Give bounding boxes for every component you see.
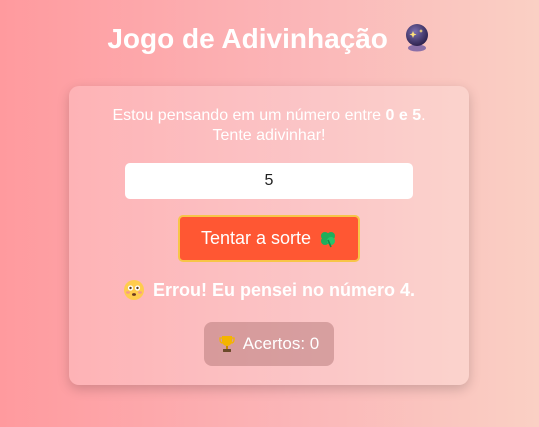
score-label: Acertos: 0 [242, 334, 320, 353]
guess-input[interactable] [125, 163, 413, 199]
guess-button-label: Tentar a sorte [200, 228, 312, 248]
instructions-period: . [421, 107, 426, 124]
range-and: e [394, 107, 413, 124]
game-card: Estou pensando em um número entre 0 e 5.… [69, 86, 469, 385]
range-max: 5 [412, 107, 422, 124]
guess-button[interactable]: Tentar a sorte [178, 215, 360, 262]
instructions: Estou pensando em um número entre 0 e 5.… [69, 106, 469, 146]
four-leaf-clover-icon [319, 230, 337, 248]
crystal-ball-icon [402, 22, 432, 52]
score-badge: Acertos: 0 [204, 322, 334, 366]
result-message: Errou! Eu pensei no número 4. [69, 279, 469, 301]
page-title: Jogo de Adivinhação [0, 22, 539, 55]
instructions-line-2: Tente adivinhar! [212, 127, 326, 144]
result-text: Errou! Eu pensei no número 4. [152, 279, 416, 300]
title-text: Jogo de Adivinhação [107, 23, 388, 54]
instructions-text: Estou pensando em um número entre [112, 107, 386, 124]
flushed-face-icon [123, 279, 145, 301]
trophy-icon [219, 335, 235, 353]
instructions-line-1: Estou pensando em um número entre 0 e 5. [69, 106, 469, 126]
